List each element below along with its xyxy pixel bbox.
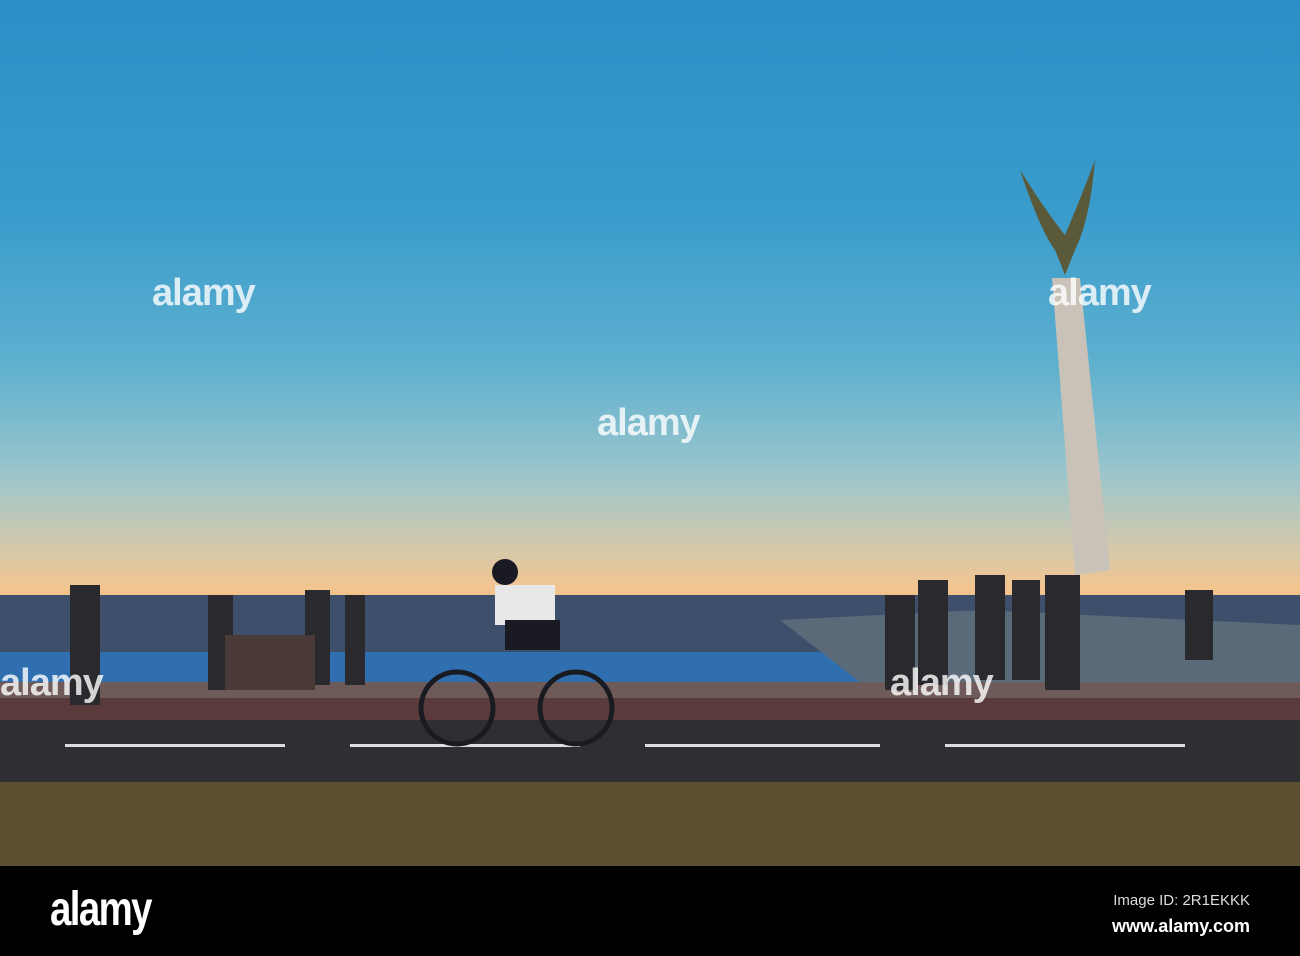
alamy-logo: alamy xyxy=(50,883,152,936)
sidewalk xyxy=(0,682,1300,698)
watermark: alamy xyxy=(152,272,256,314)
site-url: www.alamy.com xyxy=(1111,916,1250,936)
watermark: alamy xyxy=(1048,272,1152,314)
image-id: Image ID: 2R1EKKK xyxy=(1113,892,1250,909)
eagle-statue xyxy=(1020,160,1095,275)
watermark: alamy xyxy=(0,662,104,704)
photo-sunset-malecon: alamy alamy alamy alamy alamy xyxy=(0,0,1300,866)
grass xyxy=(0,782,1300,866)
watermark: alamy xyxy=(597,402,701,444)
bike-lane xyxy=(0,698,1300,720)
footer-bar: alamy Image ID: 2R1EKKK www.alamy.com xyxy=(0,866,1300,956)
watermark: alamy xyxy=(890,662,994,704)
road xyxy=(0,720,1300,782)
monument-column xyxy=(1052,278,1110,575)
